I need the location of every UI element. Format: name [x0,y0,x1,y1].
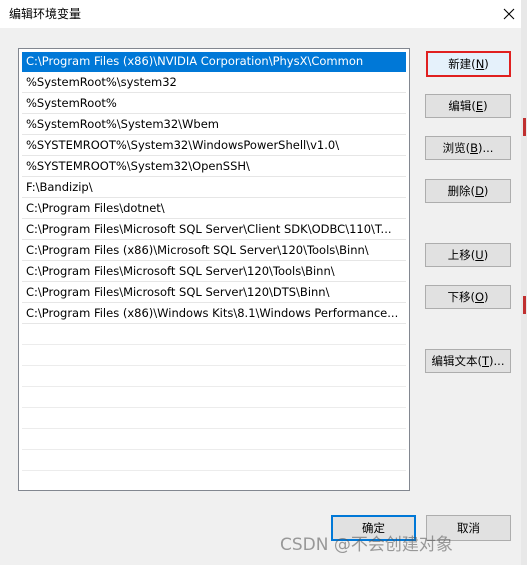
path-list-item[interactable]: C:\Program Files\dotnet\ [22,199,406,219]
path-list-item[interactable]: C:\Program Files\Microsoft SQL Server\12… [22,262,406,282]
path-list-item[interactable]: %SYSTEMROOT%\System32\WindowsPowerShell\… [22,136,406,156]
path-list-item[interactable]: %SystemRoot%\system32 [22,73,406,93]
move-up-button[interactable]: 上移(U) [425,243,511,267]
move-down-button[interactable]: 下移(O) [425,285,511,309]
path-list-item[interactable]: C:\Program Files\Microsoft SQL Server\Cl… [22,220,406,240]
path-list-item[interactable]: %SystemRoot%\System32\Wbem [22,115,406,135]
empty-list-row [22,451,406,471]
path-list-item[interactable]: C:\Program Files (x86)\NVIDIA Corporatio… [22,52,406,72]
window-right-edge [521,0,527,565]
edit-button[interactable]: 编辑(E) [425,94,511,118]
path-list-item[interactable]: %SystemRoot% [22,94,406,114]
edge-marker [523,118,526,136]
browse-button[interactable]: 浏览(B)... [425,136,511,160]
empty-list-row [22,430,406,450]
edge-marker [523,296,526,314]
empty-list-row [22,367,406,387]
path-list-item[interactable]: C:\Program Files\Microsoft SQL Server\12… [22,283,406,303]
empty-list-row [22,346,406,366]
delete-button[interactable]: 删除(D) [425,179,511,203]
close-icon [503,8,514,20]
watermark: CSDN @不会创建对象 [280,535,453,555]
edit-text-button[interactable]: 编辑文本(T)... [425,349,511,373]
path-list-item[interactable]: F:\Bandizip\ [22,178,406,198]
path-list-item[interactable]: C:\Program Files (x86)\Microsoft SQL Ser… [22,241,406,261]
new-button[interactable]: 新建(N) [426,51,511,77]
empty-list-row [22,409,406,429]
window-title: 编辑环境变量 [9,7,82,21]
empty-list-row [22,388,406,408]
title-bar: 编辑环境变量 [0,0,527,28]
path-list[interactable]: C:\Program Files (x86)\NVIDIA Corporatio… [18,48,410,491]
path-list-item[interactable]: C:\Program Files (x86)\Windows Kits\8.1\… [22,304,406,324]
empty-list-row [22,325,406,345]
path-list-item[interactable]: %SYSTEMROOT%\System32\OpenSSH\ [22,157,406,177]
